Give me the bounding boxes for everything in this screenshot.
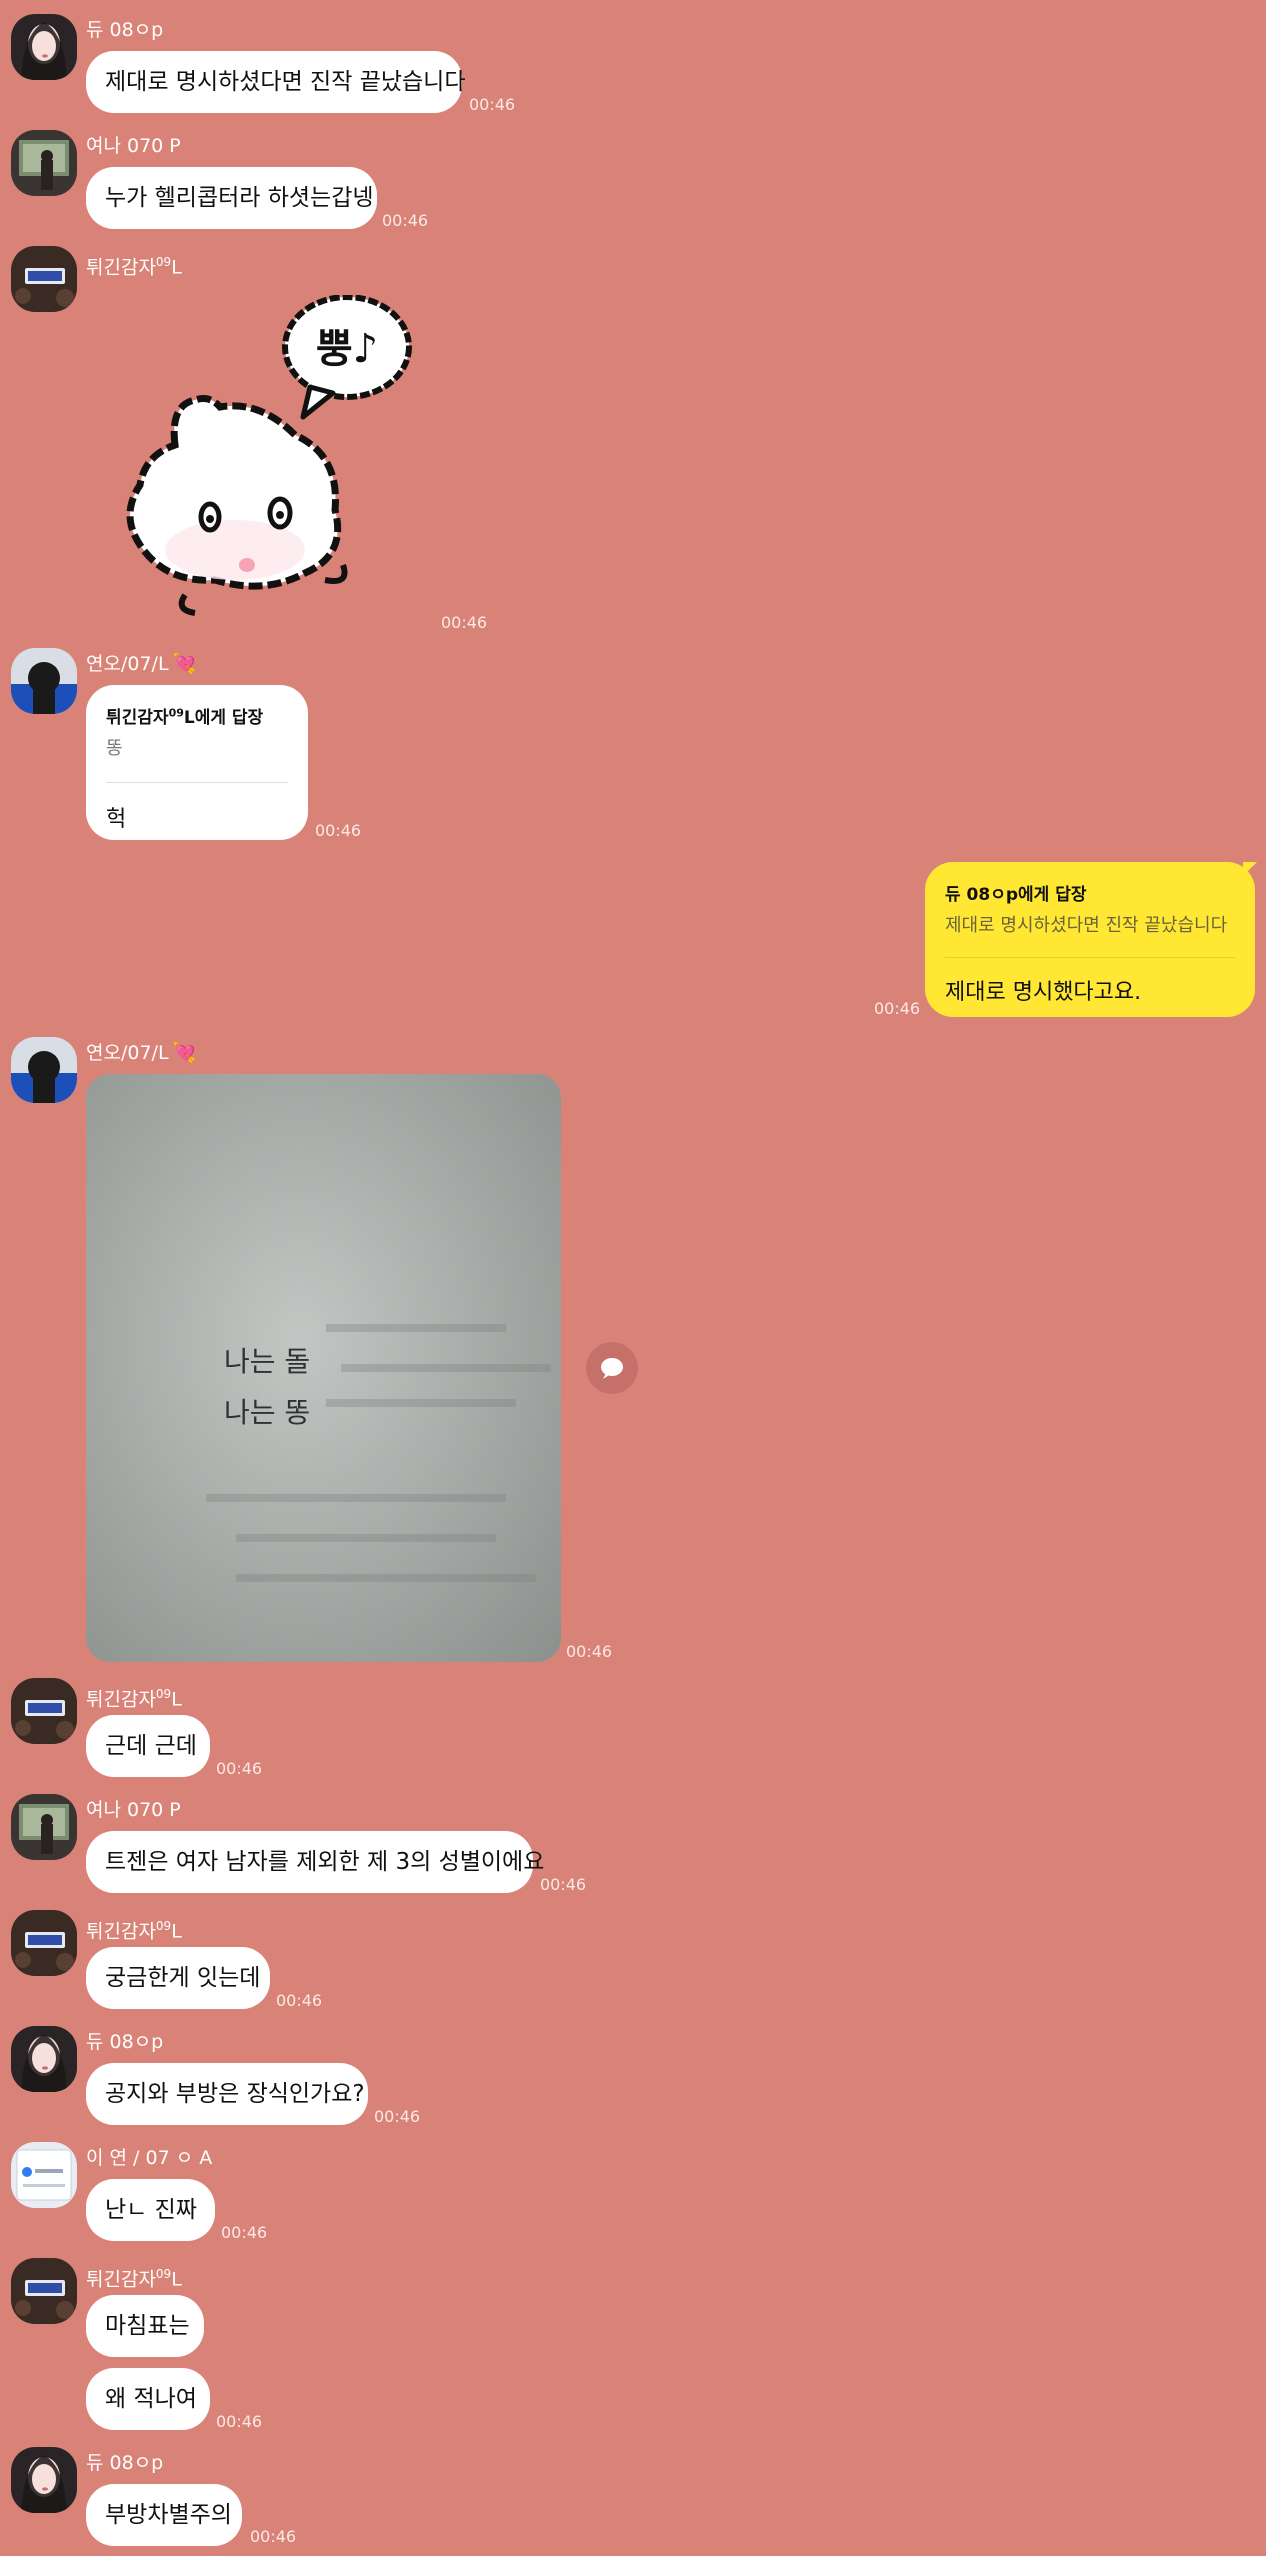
avatar[interactable]: [11, 2142, 77, 2208]
sender-name: 튀긴감자09L: [86, 1687, 182, 1711]
message-text: 헉: [106, 807, 127, 832]
message-bubble[interactable]: 트젠은 여자 남자를 제외한 제 3의 성별이에요: [86, 1831, 544, 1893]
sender-name: 듀 08ㅇp: [86, 2031, 164, 2053]
my-reply-message-bubble[interactable]: 듀 08ㅇp에게 답장 제대로 명시하셨다면 진작 끝났습니다 제대로 명시했다…: [925, 862, 1255, 1017]
photo-text-line2: 나는 똥: [224, 1396, 310, 1429]
avatar[interactable]: [11, 14, 77, 80]
avatar[interactable]: [11, 2447, 77, 2513]
bubble-tail: [1243, 862, 1257, 876]
divider: [106, 782, 288, 783]
message-text: 제대로 명시했다고요.: [945, 980, 1142, 1005]
sender-name: 여나 070 P: [86, 135, 181, 157]
timestamp: 00:46: [382, 211, 429, 230]
timestamp: 00:46: [221, 2223, 268, 2242]
reply-target: 듀 08ㅇp에게 답장: [945, 885, 1087, 905]
message-bubble[interactable]: 왜 적나여: [86, 2368, 210, 2430]
photo-message[interactable]: 나는 돌 나는 똥: [86, 1074, 561, 1662]
timestamp: 00:46: [874, 999, 921, 1018]
timestamp: 00:46: [315, 821, 362, 840]
timestamp: 00:46: [540, 1875, 587, 1894]
avatar[interactable]: [11, 246, 77, 312]
sticker[interactable]: 뿡♪: [115, 294, 425, 620]
photo-text-line1: 나는 돌: [224, 1345, 310, 1378]
message-bubble[interactable]: 궁금한게 잇는데: [86, 1947, 270, 2009]
sender-name: 연오/07/L 💘: [86, 1042, 197, 1064]
avatar[interactable]: [11, 1910, 77, 1976]
sender-name: 이 연 / 07 ㅇ A: [86, 2147, 213, 2169]
reply-quote: 제대로 명시하셨다면 진작 끝났습니다: [945, 915, 1228, 936]
sender-name: 튀긴감자09L: [86, 2267, 182, 2291]
sender-name: 듀 08ㅇp: [86, 19, 164, 41]
share-button[interactable]: [586, 1342, 638, 1394]
message-bubble[interactable]: 난ㄴ 진짜: [86, 2179, 215, 2241]
reply-message-bubble[interactable]: 튀긴감자09L에게 답장 똥 헉: [86, 685, 308, 840]
reply-target: 튀긴감자09L에게 답장: [106, 706, 264, 728]
avatar[interactable]: [11, 648, 77, 714]
avatar[interactable]: [11, 130, 77, 196]
avatar[interactable]: [11, 2258, 77, 2324]
reply-quote: 똥: [106, 738, 123, 759]
timestamp: 00:46: [566, 1642, 613, 1661]
avatar[interactable]: [11, 1678, 77, 1744]
message-bubble[interactable]: 누가 헬리콥터라 하셧는갑넹: [86, 167, 377, 229]
sticker-text: 뿡♪: [316, 326, 378, 372]
heart-icon: 💘: [172, 1042, 197, 1064]
timestamp: 00:46: [469, 95, 516, 114]
sender-name: 연오/07/L 💘: [86, 653, 197, 675]
timestamp: 00:46: [276, 1991, 323, 2010]
avatar[interactable]: [11, 1037, 77, 1103]
message-bubble[interactable]: 마침표는: [86, 2295, 204, 2357]
heart-icon: 💘: [172, 653, 197, 675]
avatar[interactable]: [11, 2026, 77, 2092]
sender-name: 튀긴감자09L: [86, 255, 182, 279]
timestamp: 00:46: [374, 2107, 421, 2126]
avatar[interactable]: [11, 1794, 77, 1860]
timestamp: 00:46: [216, 2412, 263, 2431]
speech-bubble-icon: [601, 1358, 623, 1379]
sender-name: 튀긴감자09L: [86, 1919, 182, 1943]
message-bubble[interactable]: 제대로 명시하셨다면 진작 끝났습니다: [86, 51, 466, 113]
timestamp: 00:46: [250, 2527, 297, 2546]
message-bubble[interactable]: 공지와 부방은 장식인가요?: [86, 2063, 368, 2125]
sender-name: 여나 070 P: [86, 1799, 181, 1821]
message-bubble[interactable]: 부방차별주의: [86, 2484, 242, 2546]
timestamp: 00:46: [216, 1759, 263, 1778]
sender-name: 듀 08ㅇp: [86, 2452, 164, 2474]
message-bubble[interactable]: 근데 근데: [86, 1715, 210, 1777]
divider: [945, 957, 1235, 958]
timestamp: 00:46: [441, 613, 488, 632]
